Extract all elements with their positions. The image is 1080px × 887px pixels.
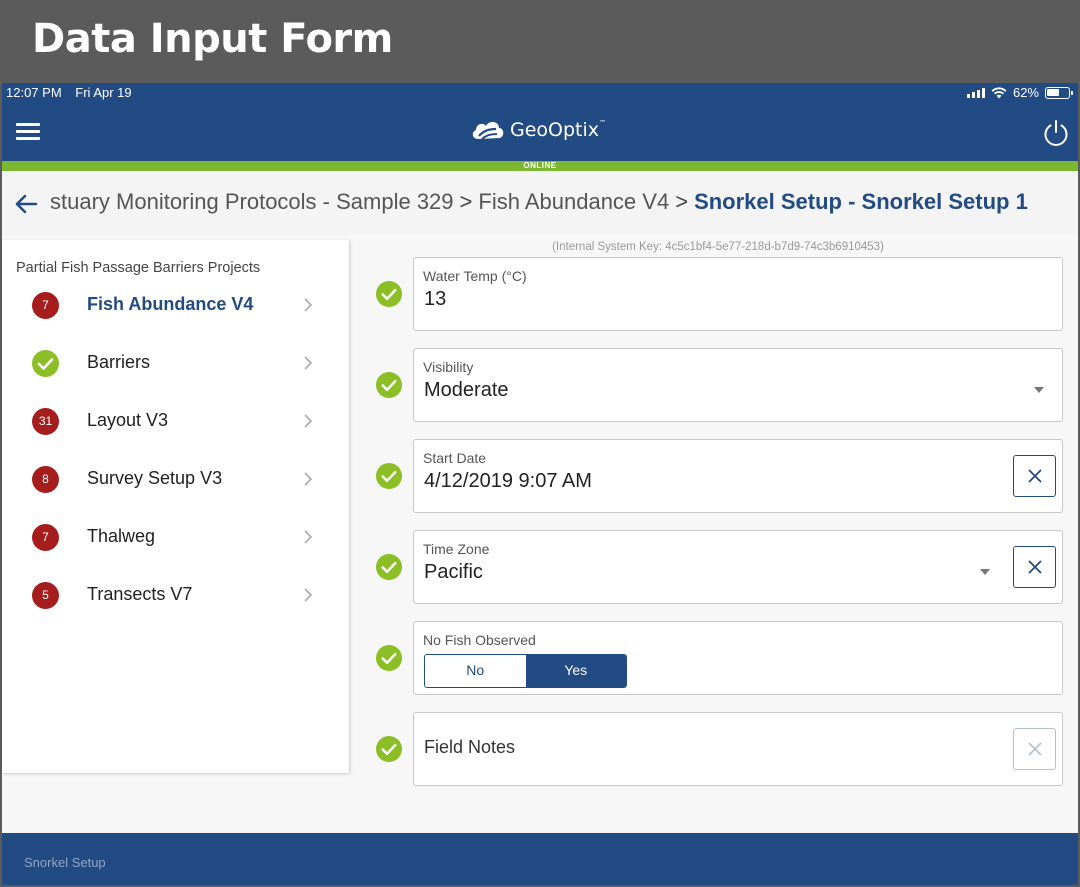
status-date: Fri Apr 19 bbox=[75, 85, 132, 100]
battery-icon bbox=[1045, 86, 1073, 99]
chevron-right-icon bbox=[304, 414, 313, 428]
footer-label: Snorkel Setup bbox=[24, 855, 106, 870]
window-title-bar: Data Input Form bbox=[0, 0, 1080, 83]
sidebar-item-label: Fish Abundance V4 bbox=[87, 294, 254, 314]
power-icon[interactable] bbox=[1041, 118, 1071, 148]
sidebar-item-label: Layout V3 bbox=[87, 410, 169, 430]
start-date-label: Start Date bbox=[423, 450, 487, 466]
error-count-badge: 8 bbox=[32, 466, 59, 493]
close-icon bbox=[1027, 742, 1042, 756]
water-temp-label: Water Temp (°C) bbox=[423, 268, 527, 284]
water-temp-value[interactable]: 13 bbox=[424, 288, 446, 311]
logo-text: GeoOptix bbox=[510, 119, 600, 141]
dropdown-caret-icon[interactable] bbox=[1034, 387, 1044, 393]
back-arrow-icon[interactable] bbox=[14, 193, 38, 215]
status-bar-left: 12:07 PM Fri Apr 19 bbox=[6, 85, 142, 100]
status-bar-right: 62% bbox=[966, 85, 1073, 100]
toggle-option-no[interactable]: No bbox=[425, 655, 526, 687]
visibility-select[interactable]: Visibility Moderate bbox=[413, 348, 1063, 422]
wifi-icon bbox=[991, 86, 1007, 98]
dropdown-caret-icon[interactable] bbox=[980, 569, 990, 575]
cellular-signal-icon bbox=[966, 87, 985, 98]
cloud-logo-icon bbox=[472, 122, 504, 140]
no-fish-observed-toggle: No Yes bbox=[424, 654, 627, 688]
breadcrumb-item-sample[interactable]: stuary Monitoring Protocols - Sample 329 bbox=[50, 189, 454, 215]
sidebar-item-label: Barriers bbox=[87, 352, 151, 372]
clear-time-zone-button[interactable] bbox=[1013, 546, 1056, 588]
check-circle-icon bbox=[32, 350, 59, 377]
close-icon bbox=[1027, 560, 1042, 574]
chevron-right-icon bbox=[304, 298, 313, 312]
time-zone-select[interactable]: Time Zone Pacific bbox=[413, 530, 1063, 604]
close-icon bbox=[1027, 469, 1042, 483]
sidebar: Partial Fish Passage Barriers Projects 7… bbox=[2, 240, 349, 773]
breadcrumb-separator: > bbox=[675, 189, 689, 214]
chevron-right-icon bbox=[304, 472, 313, 486]
breadcrumb-separator: > bbox=[459, 189, 473, 214]
trademark-mark: ™ bbox=[599, 119, 607, 127]
sidebar-item-thalweg[interactable]: 7 Thalweg bbox=[2, 509, 349, 567]
sidebar-title: Partial Fish Passage Barriers Projects bbox=[16, 260, 261, 276]
sidebar-item-label: Thalweg bbox=[87, 526, 156, 546]
start-date-value[interactable]: 4/12/2019 9:07 AM bbox=[424, 470, 592, 493]
connection-status: ONLINE bbox=[523, 161, 557, 170]
visibility-row: Visibility Moderate bbox=[358, 348, 1078, 422]
time-zone-value: Pacific bbox=[424, 561, 483, 583]
check-circle-icon bbox=[376, 281, 402, 307]
sidebar-item-fish-abundance[interactable]: 7 Fish Abundance V4 bbox=[2, 277, 349, 335]
clear-start-date-button[interactable] bbox=[1013, 455, 1056, 497]
sidebar-item-layout[interactable]: 31 Layout V3 bbox=[2, 393, 349, 451]
check-circle-icon bbox=[376, 463, 402, 489]
field-notes-input[interactable]: Field Notes bbox=[413, 712, 1063, 786]
chevron-right-icon bbox=[304, 588, 313, 602]
start-date-row: Start Date 4/12/2019 9:07 AM bbox=[358, 439, 1078, 513]
error-count-badge: 31 bbox=[32, 408, 59, 435]
toggle-option-yes[interactable]: Yes bbox=[525, 655, 626, 687]
field-notes-row: Field Notes bbox=[358, 712, 1078, 786]
sidebar-item-label: Survey Setup V3 bbox=[87, 468, 223, 488]
breadcrumb: stuary Monitoring Protocols - Sample 329… bbox=[2, 171, 1078, 235]
no-fish-observed-row: No Fish Observed No Yes bbox=[358, 621, 1078, 695]
footer-bar: Snorkel Setup bbox=[2, 833, 1078, 885]
sidebar-item-survey-setup[interactable]: 8 Survey Setup V3 bbox=[2, 451, 349, 509]
visibility-label: Visibility bbox=[423, 359, 474, 375]
water-temp-field[interactable]: Water Temp (°C) 13 bbox=[413, 257, 1063, 331]
geooptix-logo: GeoOptix™ bbox=[470, 117, 606, 143]
no-fish-observed-field: No Fish Observed No Yes bbox=[413, 621, 1063, 695]
visibility-value: Moderate bbox=[424, 379, 509, 401]
internal-system-key: (Internal System Key: 4c5c1bf4-5e77-218d… bbox=[552, 241, 884, 253]
sidebar-item-label: Transects V7 bbox=[87, 584, 193, 604]
sidebar-item-transects[interactable]: 5 Transects V7 bbox=[2, 567, 349, 625]
start-date-field[interactable]: Start Date 4/12/2019 9:07 AM bbox=[413, 439, 1063, 513]
error-count-badge: 7 bbox=[32, 524, 59, 551]
error-count-badge: 7 bbox=[32, 292, 59, 319]
no-fish-observed-label: No Fish Observed bbox=[423, 632, 536, 648]
window-title: Data Input Form bbox=[32, 16, 393, 62]
connection-status-bar: ONLINE bbox=[2, 161, 1078, 171]
water-temp-row: Water Temp (°C) 13 bbox=[358, 257, 1078, 331]
status-time: 12:07 PM bbox=[6, 85, 62, 100]
chevron-right-icon bbox=[304, 356, 313, 370]
app-header: 12:07 PM Fri Apr 19 62% GeoOptix™ bbox=[2, 83, 1078, 161]
time-zone-label: Time Zone bbox=[423, 541, 490, 557]
breadcrumb-item-fish-abundance[interactable]: Fish Abundance V4 bbox=[478, 189, 669, 215]
check-circle-icon bbox=[376, 645, 402, 671]
battery-percent: 62% bbox=[1012, 85, 1039, 100]
tablet-screen: 12:07 PM Fri Apr 19 62% GeoOptix™ ONLINE… bbox=[2, 83, 1078, 885]
breadcrumb-item-current: Snorkel Setup - Snorkel Setup 1 bbox=[694, 189, 1028, 214]
sidebar-item-barriers[interactable]: Barriers bbox=[2, 335, 349, 393]
check-circle-icon bbox=[376, 554, 402, 580]
clear-field-notes-button[interactable] bbox=[1013, 728, 1056, 770]
check-circle-icon bbox=[376, 736, 402, 762]
field-notes-placeholder: Field Notes bbox=[424, 737, 516, 757]
error-count-badge: 5 bbox=[32, 582, 59, 609]
menu-icon[interactable] bbox=[16, 123, 40, 140]
chevron-right-icon bbox=[304, 530, 313, 544]
check-circle-icon bbox=[376, 372, 402, 398]
time-zone-row: Time Zone Pacific bbox=[358, 530, 1078, 604]
